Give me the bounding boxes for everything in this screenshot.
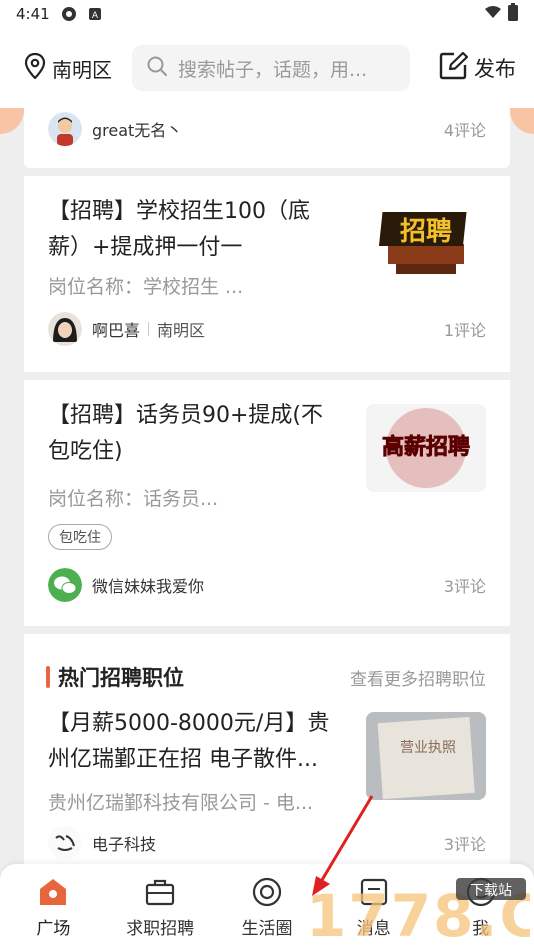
post-title: 【招聘】学校招生100（底 薪）+提成押一付一 (48, 199, 310, 260)
post-subtitle: 岗位名称：话务员... (48, 488, 219, 510)
nav-label: 广场 (36, 918, 71, 939)
post-subtitle: 岗位名称：学校招生 ... (48, 276, 244, 298)
post-author[interactable]: great无名丶 (92, 117, 182, 141)
nav-label: 生活圈 (241, 918, 293, 939)
publish-button[interactable]: 发布 (438, 51, 516, 86)
job-comment-count[interactable]: 3评论 (444, 831, 486, 855)
status-bar: 4:41 A (0, 0, 534, 28)
avatar[interactable] (48, 112, 82, 146)
search-placeholder: 搜索帖子，话题，用... (178, 58, 368, 81)
svg-text:A: A (92, 11, 99, 21)
watermark-logo: 1778.COM 下载站 (300, 876, 534, 950)
post-author[interactable]: 啊巴喜 (92, 317, 140, 341)
nav-item-jobs[interactable]: 求职招聘 (107, 864, 214, 950)
post-meta: 啊巴喜 南明区 1评论 (48, 312, 486, 346)
search-icon (146, 55, 168, 82)
location-selector[interactable]: 南明区 (24, 52, 112, 84)
wifi-icon (484, 5, 502, 23)
banner-decoration-right (510, 108, 534, 134)
avatar[interactable] (48, 568, 82, 602)
section-header: 热门招聘职位 查看更多招聘职位 (46, 662, 486, 692)
battery-icon (508, 3, 518, 25)
post-comment-count[interactable]: 1评论 (444, 317, 486, 341)
hot-jobs-card: 热门招聘职位 查看更多招聘职位 【月薪5000-8000元/月】贵 州亿瑞鄞正在… (24, 634, 510, 874)
settings-status-icon (60, 5, 78, 23)
app-status-icon: A (86, 5, 104, 23)
avatar[interactable] (48, 826, 82, 860)
home-icon (37, 876, 69, 908)
post-author[interactable]: 微信妹妹我爱你 (92, 573, 204, 597)
job-meta: 电子科技 3评论 (48, 826, 486, 860)
svg-text:高薪招聘: 高薪招聘 (382, 434, 470, 460)
job-author[interactable]: 电子科技 (92, 831, 156, 855)
banner-decoration-left (0, 108, 24, 134)
job-title[interactable]: 【月薪5000-8000元/月】贵 州亿瑞鄞正在招 电子散件... (48, 706, 329, 778)
post-card[interactable]: 【招聘】话务员90+提成(不 包吃住) 岗位名称：话务员... 包吃住 高薪招聘… (24, 380, 510, 626)
section-title: 热门招聘职位 (58, 666, 184, 690)
post-district: 南明区 (157, 321, 206, 340)
post-card[interactable]: great无名丶 4评论 (24, 108, 510, 168)
post-thumbnail[interactable]: 高薪招聘 (366, 404, 486, 492)
post-title: 【招聘】话务员90+提成(不 包吃住) (48, 403, 324, 464)
top-bar: 南明区 搜索帖子，话题，用... 发布 (0, 28, 534, 108)
divider (148, 322, 150, 336)
post-tag[interactable]: 包吃住 (48, 524, 112, 550)
post-card[interactable]: 【招聘】学校招生100（底 薪）+提成押一付一 岗位名称：学校招生 ... 招聘… (24, 176, 510, 372)
location-pin-icon (24, 52, 46, 84)
svg-text:下载站: 下载站 (470, 883, 512, 899)
section-accent-bar (46, 666, 50, 688)
nav-item-plaza[interactable]: 广场 (0, 864, 107, 950)
post-comment-count[interactable]: 3评论 (444, 573, 486, 597)
briefcase-icon (144, 876, 176, 908)
post-meta: great无名丶 4评论 (48, 112, 486, 146)
search-input[interactable]: 搜索帖子，话题，用... (132, 45, 410, 91)
status-time: 4:41 (16, 5, 50, 23)
publish-label: 发布 (474, 57, 516, 81)
job-company: 贵州亿瑞鄞科技有限公司 - 电... (48, 792, 314, 814)
post-comment-count[interactable]: 4评论 (444, 117, 486, 141)
location-label: 南明区 (52, 57, 112, 82)
svg-text:营业执照: 营业执照 (400, 740, 456, 756)
edit-icon (438, 51, 470, 86)
circle-target-icon (251, 876, 283, 908)
post-thumbnail[interactable]: 招聘 (366, 198, 486, 286)
job-thumbnail[interactable]: 营业执照 (366, 712, 486, 800)
view-more-jobs-link[interactable]: 查看更多招聘职位 (350, 665, 486, 690)
post-meta: 微信妹妹我爱你 3评论 (48, 568, 486, 602)
nav-label: 求职招聘 (126, 918, 195, 939)
svg-text:招聘: 招聘 (400, 217, 452, 247)
avatar[interactable] (48, 312, 82, 346)
